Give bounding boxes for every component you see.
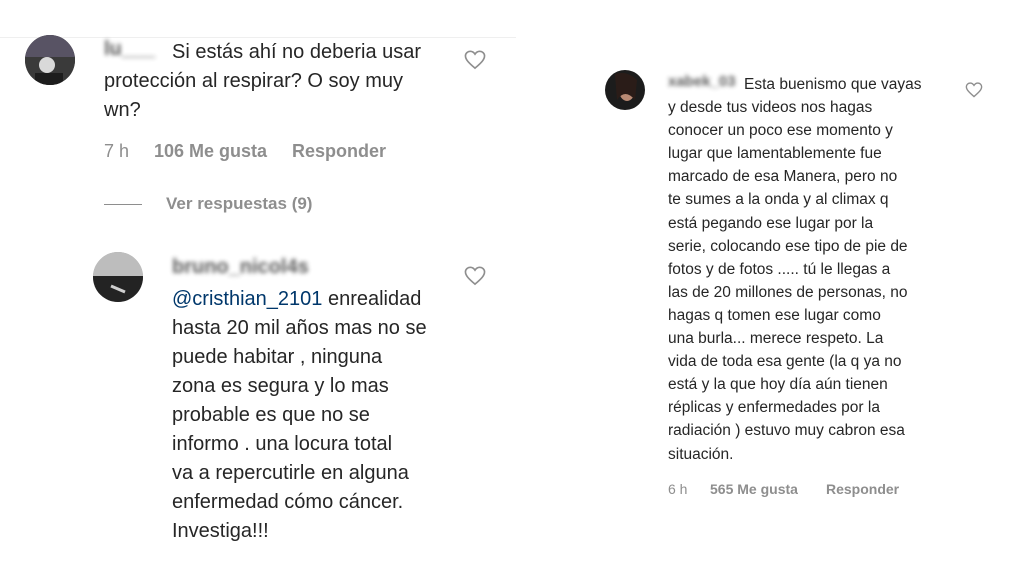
comment-time[interactable]: 7 h xyxy=(104,141,129,162)
comment-text-line: Investiga!!! xyxy=(172,520,269,542)
heart-outline-icon[interactable] xyxy=(965,82,983,103)
avatar[interactable] xyxy=(25,35,75,85)
comment-text-line: wn? xyxy=(104,99,141,121)
comment-username[interactable]: bruno_nicol4s xyxy=(172,256,309,279)
replies-line xyxy=(104,204,142,205)
avatar[interactable] xyxy=(93,252,143,302)
comment-text: Si estás ahí no deberia usar xyxy=(172,38,421,67)
comment-text-line: hasta 20 mil años mas no se xyxy=(172,317,427,339)
comment-text: Esta buenismo que vayas y desde tus vide… xyxy=(668,73,958,466)
view-replies-button[interactable]: Ver respuestas (9) xyxy=(166,194,312,214)
comment-text-line: va a repercutirle en alguna xyxy=(172,462,409,484)
comment-text-line: las de 20 millones de personas, no xyxy=(668,283,908,301)
comment-text-line: informo . una locura total xyxy=(172,433,393,455)
comment-text-line: te sumes a la onda y al climax q xyxy=(668,191,889,209)
comment-text-line: una burla... merece respeto. La xyxy=(668,330,884,348)
comment-text-line: marcado de esa Manera, pero no xyxy=(668,168,898,186)
comment-text-line: radiación ) estuvo muy cabron esa xyxy=(668,422,905,440)
comment-text-line: vida de toda esa gente (la q ya no xyxy=(668,353,902,371)
comment-text: @cristhian_2101 enrealidad hasta 20 mil … xyxy=(172,285,462,546)
comment-text-line: conocer un poco ese momento y xyxy=(668,122,893,140)
comment-text-line: Esta buenismo que vayas xyxy=(668,73,958,96)
comment-text-line: está y la que hoy día aún tienen xyxy=(668,376,888,394)
comment-text-line: y desde tus videos nos hagas xyxy=(668,99,873,117)
comment-likes[interactable]: 565 Me gusta xyxy=(710,481,798,497)
comment-text-line: probable es que no se xyxy=(172,404,370,426)
comment-text-line: lugar que lamentablemente fue xyxy=(668,145,882,163)
comment-likes[interactable]: 106 Me gusta xyxy=(154,141,267,162)
comment-text-line: réplicas y enfermedades por la xyxy=(668,399,880,417)
reply-button[interactable]: Responder xyxy=(826,481,899,497)
comment-time[interactable]: 6 h xyxy=(668,481,687,497)
heart-outline-icon[interactable] xyxy=(464,266,486,291)
comment-text-line: hagas q tomen ese lugar como xyxy=(668,306,881,324)
comment-text-line: protección al respirar? O soy muy xyxy=(104,70,404,92)
comment-text-line: enfermedad cómo cáncer. xyxy=(172,491,404,513)
avatar-image xyxy=(93,252,143,302)
mention-link[interactable]: @cristhian_2101 xyxy=(172,288,322,310)
comment-text-line: serie, colocando ese tipo de pie de xyxy=(668,237,908,255)
comment-text-line: fotos y de fotos ..... tú le llegas a xyxy=(668,260,891,278)
comment-text-line: situación. xyxy=(668,445,734,463)
comment-text-fragment: enrealidad xyxy=(327,288,422,310)
heart-outline-icon[interactable] xyxy=(464,50,486,75)
comment-text-fragment: Esta buenismo que vayas xyxy=(744,76,922,93)
comment-text-line: está pegando ese lugar por la xyxy=(668,214,874,232)
reply-button[interactable]: Responder xyxy=(292,141,386,162)
comment-text-line: @cristhian_2101 enrealidad xyxy=(172,285,462,314)
avatar[interactable] xyxy=(605,70,645,110)
comment-text-line: puede habitar , ninguna xyxy=(172,346,383,368)
comment-text-line: zona es segura y lo mas xyxy=(172,375,389,397)
comment-text-line: Si estás ahí no deberia usar xyxy=(172,41,422,63)
comment-username[interactable]: lu___ xyxy=(104,38,155,61)
avatar-image xyxy=(605,70,645,110)
avatar-image xyxy=(25,35,75,85)
